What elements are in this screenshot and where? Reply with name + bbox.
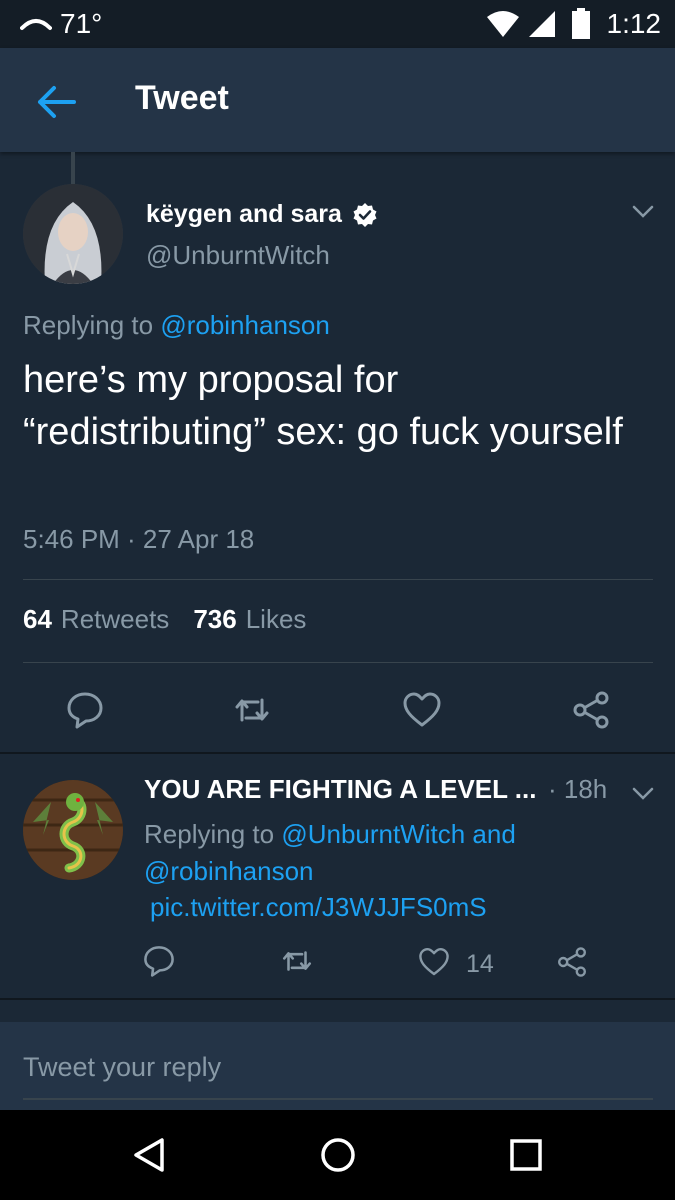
likes-stat[interactable]: 736 Likes: [193, 604, 306, 635]
reply-author-avatar[interactable]: [23, 780, 123, 880]
thread-connector-line: [71, 152, 75, 184]
nav-home-icon[interactable]: [318, 1135, 358, 1175]
mention-link[interactable]: @robinhanson: [160, 310, 330, 340]
replying-prefix: Replying to: [23, 310, 154, 340]
reply-like-count: 14: [466, 950, 494, 978]
author-handle[interactable]: @UnburntWitch: [146, 240, 330, 271]
retweets-label: Retweets: [60, 604, 170, 634]
reply-input[interactable]: Tweet your reply: [23, 1022, 653, 1100]
wifi-icon: [486, 11, 519, 37]
nav-recents-icon[interactable]: [506, 1135, 546, 1175]
weather-arc-icon: [20, 19, 52, 30]
retweets-stat[interactable]: 64 Retweets: [23, 604, 169, 635]
retweet-icon[interactable]: [280, 944, 314, 978]
back-arrow-icon[interactable]: [34, 80, 78, 124]
tweet-timestamp: 5:46 PM · 27 Apr 18: [23, 524, 255, 554]
author-name[interactable]: këygen and sara: [146, 200, 378, 229]
signal-icon: [528, 11, 555, 37]
likes-label: Likes: [245, 604, 307, 634]
reply-author-name[interactable]: YOU ARE FIGHTING A LEVEL ...: [144, 774, 536, 805]
app-bar: Tweet: [0, 48, 675, 152]
tweet-body: here’s my proposal for “redistributing” …: [23, 359, 623, 453]
navigation-bar: [0, 1110, 675, 1200]
share-icon[interactable]: [556, 946, 588, 978]
reply-replying-to-line: Replying to @UnburntWitch and @robinhans…: [144, 816, 574, 890]
reply-icon[interactable]: [65, 690, 105, 730]
system-indicators: 1:12: [485, 8, 662, 40]
verified-badge-icon: [353, 202, 377, 227]
battery-icon: [571, 8, 590, 39]
reply-media-link[interactable]: pic.twitter.com/J3WJJFS0mS: [150, 892, 487, 923]
chevron-down-icon[interactable]: [630, 780, 656, 806]
dragon-avatar-image: [23, 780, 123, 880]
share-icon[interactable]: [571, 690, 611, 730]
page-title: Tweet: [135, 79, 229, 117]
chevron-down-icon[interactable]: [630, 198, 656, 224]
avatar-portrait-image: [23, 184, 123, 284]
divider: [23, 662, 653, 663]
author-avatar[interactable]: [23, 184, 123, 284]
heart-icon[interactable]: [418, 946, 450, 978]
divider: [23, 579, 653, 580]
author-name-text: këygen and sara: [146, 200, 342, 228]
retweets-count: 64: [23, 604, 52, 634]
status-bar: 71° 1:12: [0, 0, 675, 48]
tweet-stats: 64 Retweets 736 Likes: [23, 604, 330, 635]
retweet-icon[interactable]: [232, 690, 272, 730]
heart-icon[interactable]: [402, 690, 442, 730]
section-divider: [0, 752, 675, 754]
section-divider: [0, 998, 675, 1000]
compose-bar: Tweet your reply: [0, 1022, 675, 1110]
weather-indicator: 71°: [20, 8, 102, 40]
replying-to-line: Replying to @robinhanson: [23, 310, 330, 341]
reply-icon[interactable]: [142, 944, 176, 978]
likes-count: 736: [193, 604, 237, 634]
clock-text: 1:12: [606, 8, 662, 39]
temperature-text: 71°: [60, 8, 103, 39]
nav-back-icon[interactable]: [130, 1135, 170, 1175]
reply-timestamp: · 18h: [548, 774, 608, 804]
reply-replying-prefix: Replying to: [144, 819, 275, 849]
